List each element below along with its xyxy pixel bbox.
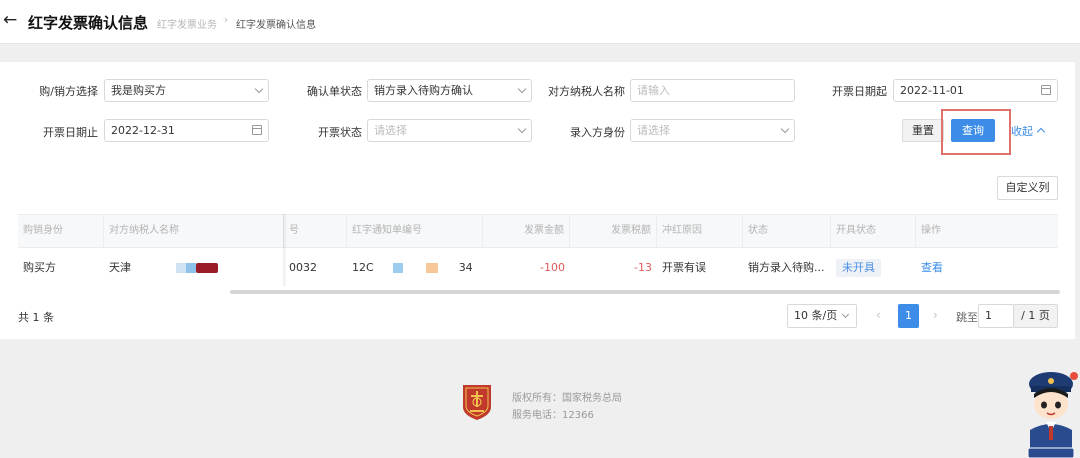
next-page-icon[interactable]: › <box>933 308 938 322</box>
col-number: 号 <box>284 215 347 247</box>
top-bar: ← 红字发票确认信息 红字发票业务 › 红字发票确认信息 <box>0 0 1080 44</box>
col-identity: 购销身份 <box>18 215 104 247</box>
confirm-status-label: 确认单状态 <box>307 85 362 98</box>
issue-date-end-label: 开票日期止 <box>43 126 98 139</box>
redaction-mark <box>426 263 438 273</box>
cell-notice-no-tail: 34 <box>458 261 473 274</box>
custom-columns-button[interactable]: 自定义列 <box>997 176 1058 200</box>
page-button-current[interactable]: 1 <box>898 304 919 328</box>
query-button[interactable]: 查询 <box>951 119 995 142</box>
col-counterparty: 对方纳税人名称 <box>104 215 284 247</box>
issue-date-start-value: 2022-11-01 <box>900 84 964 97</box>
breadcrumb-separator-icon: › <box>224 15 228 26</box>
issue-date-end-picker[interactable]: 2022-12-31 <box>104 119 269 142</box>
cell-number: 0032 <box>289 261 317 274</box>
chevron-down-icon <box>780 124 790 134</box>
total-pages: / 1 页 <box>1013 304 1058 328</box>
collapse-link[interactable]: 收起 <box>1011 123 1033 139</box>
jump-page-input[interactable]: 1 <box>978 304 1014 328</box>
prev-page-icon[interactable]: ‹ <box>876 308 881 322</box>
buyer-seller-select[interactable]: 我是购买方 <box>104 79 269 102</box>
confirm-status-select[interactable]: 销方录入待购方确认 <box>367 79 532 102</box>
page-title: 红字发票确认信息 <box>28 14 149 32</box>
col-notice-no: 红字通知单编号 <box>347 215 483 247</box>
issue-date-end-value: 2022-12-31 <box>111 124 175 137</box>
table-header: 购销身份 对方纳税人名称 号 红字通知单编号 发票金额 发票税额 冲红原因 状态… <box>18 214 1058 248</box>
page-size-value: 10 条/页 <box>794 309 838 322</box>
horizontal-scrollbar[interactable] <box>230 290 1060 294</box>
calendar-icon <box>1041 85 1051 95</box>
counterparty-name-input[interactable]: 请输入 <box>630 79 795 102</box>
tax-officer-mascot-icon <box>1027 372 1078 458</box>
chevron-down-icon <box>841 310 850 319</box>
cell-amount: -100 <box>540 261 565 274</box>
buyer-seller-label: 购/销方选择 <box>39 85 98 98</box>
reset-button[interactable]: 重置 <box>902 119 944 142</box>
col-amount: 发票金额 <box>483 215 570 247</box>
fixed-column-shadow <box>283 214 287 286</box>
redaction-mark <box>186 263 196 273</box>
calendar-icon <box>252 125 262 135</box>
redaction-mark <box>196 263 218 273</box>
cell-tax: -13 <box>634 261 652 274</box>
cell-notice-no: 12C 34 <box>347 250 483 286</box>
cell-reason: 开票有误 <box>662 261 706 274</box>
cell-status: 销方录入待购... <box>748 261 825 274</box>
issue-status-select[interactable]: 请选择 <box>367 119 532 142</box>
entry-identity-placeholder: 请选择 <box>637 124 670 137</box>
main-card <box>0 62 1075 339</box>
chevron-down-icon <box>517 124 527 134</box>
redaction-mark <box>176 263 186 273</box>
issue-date-start-label: 开票日期起 <box>832 85 887 98</box>
issue-status-placeholder: 请选择 <box>374 124 407 137</box>
issue-date-start-picker[interactable]: 2022-11-01 <box>893 79 1058 102</box>
footer-copyright: 版权所有：国家税务总局 <box>512 393 622 404</box>
page-size-select[interactable]: 10 条/页 <box>787 304 857 328</box>
entry-identity-select[interactable]: 请选择 <box>630 119 795 142</box>
jump-label: 跳至 <box>956 311 978 324</box>
redaction-mark <box>393 263 403 273</box>
cell-action: 查看 <box>916 250 996 286</box>
breadcrumb-item-current: 红字发票确认信息 <box>236 20 316 31</box>
col-issue-status: 开具状态 <box>831 215 916 247</box>
cell-identity: 购买方 <box>23 261 56 274</box>
issue-status-badge: 未开具 <box>836 259 881 277</box>
total-count: 共 1 条 <box>18 311 54 324</box>
chevron-down-icon <box>254 84 264 94</box>
confirm-status-value: 销方录入待购方确认 <box>374 84 473 97</box>
back-arrow-icon[interactable]: ← <box>3 10 17 30</box>
counterparty-name-label: 对方纳税人名称 <box>548 85 625 98</box>
col-status: 状态 <box>743 215 831 247</box>
chevron-down-icon <box>517 84 527 94</box>
issue-status-label: 开票状态 <box>318 126 362 139</box>
col-reason: 冲红原因 <box>657 215 743 247</box>
breadcrumb-item-invoice-business[interactable]: 红字发票业务 <box>157 16 217 31</box>
tax-emblem-icon <box>463 385 491 420</box>
col-tax: 发票税额 <box>570 215 657 247</box>
cell-notice-no-head: 12C <box>352 261 374 274</box>
footer-phone: 服务电话：12366 <box>512 410 594 421</box>
cell-issue-status: 未开具 <box>831 250 916 286</box>
view-link[interactable]: 查看 <box>921 261 943 274</box>
buyer-seller-value: 我是购买方 <box>111 84 166 97</box>
col-action: 操作 <box>921 225 941 236</box>
entry-identity-label: 录入方身份 <box>570 126 625 139</box>
cell-counterparty-text: 天津 <box>109 261 131 274</box>
table-row: 购买方 天津 0032 12C 34 -100 -13 开票有误 销方录入待购.… <box>18 250 1058 286</box>
